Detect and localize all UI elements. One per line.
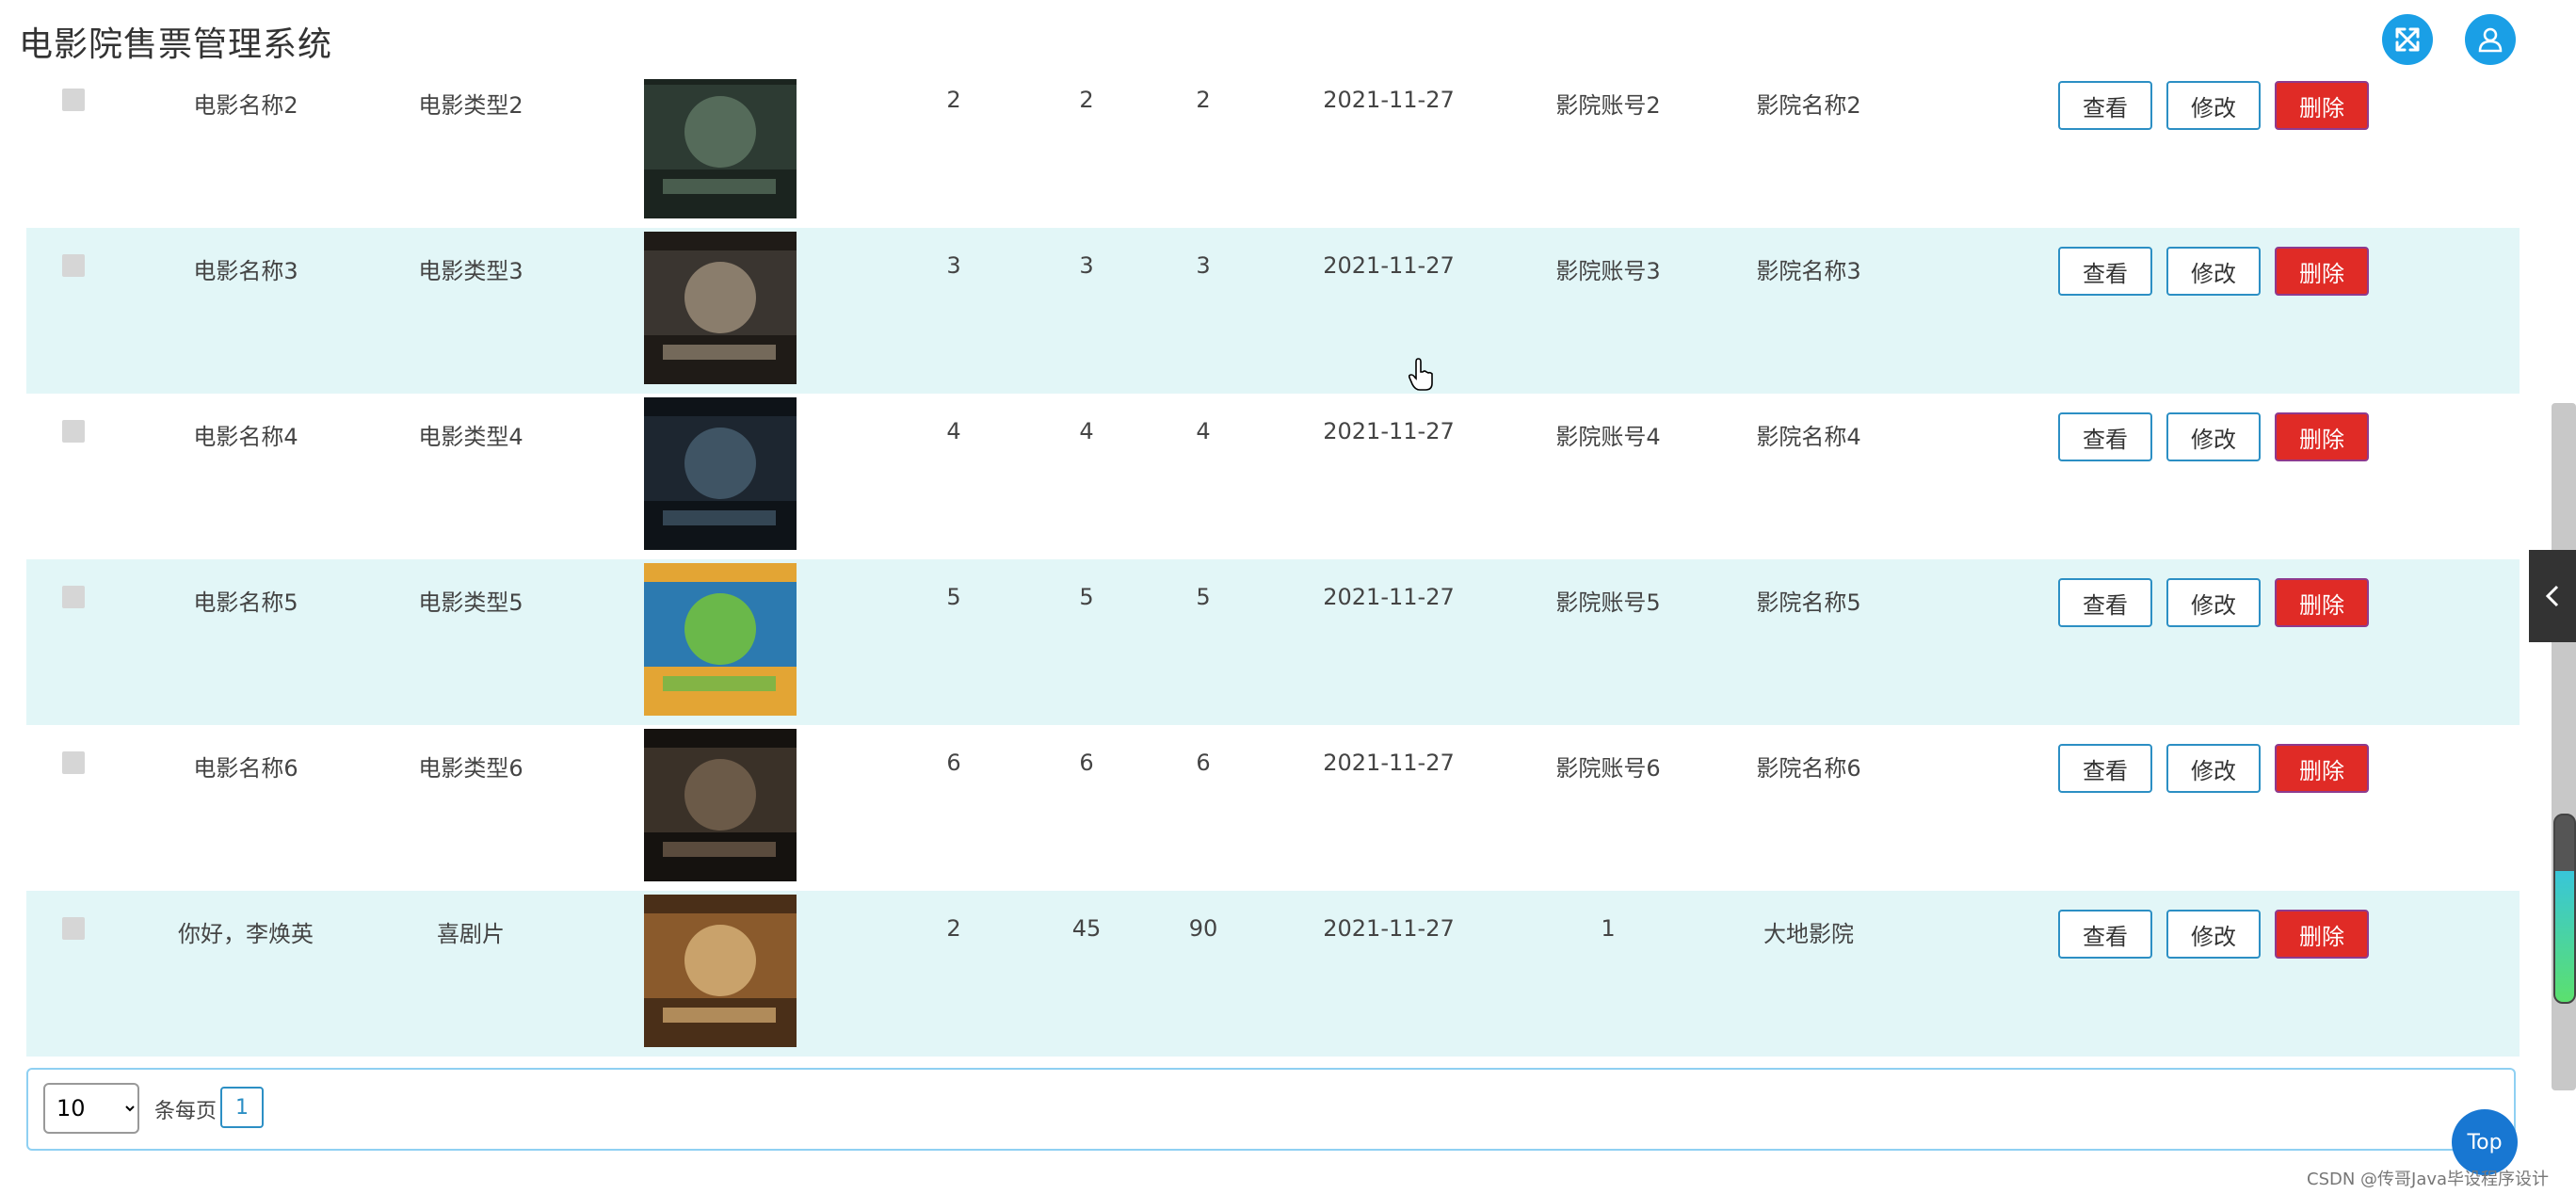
cell-date: 2021-11-27	[1323, 584, 1455, 610]
view-button[interactable]: 查看	[2058, 81, 2152, 130]
cell-account: 影院账号6	[1555, 755, 1661, 782]
cell-date: 2021-11-27	[1323, 252, 1455, 279]
row-checkbox[interactable]	[62, 751, 85, 774]
side-panel-toggle[interactable]	[2529, 550, 2576, 642]
view-button[interactable]: 查看	[2058, 247, 2152, 296]
fullscreen-icon[interactable]	[2382, 14, 2433, 65]
view-button[interactable]: 查看	[2058, 744, 2152, 793]
row-checkbox[interactable]	[62, 254, 85, 277]
table-row: 电影名称5 电影类型5 5 5 5 2021-11-27 影院账号5 影院名称5 查看 修改 删除	[26, 559, 2520, 725]
table-row: 你好，李焕英 喜剧片 2 45 90 2021-11-27 1 大地影院 查看 修改 删除	[26, 891, 2520, 1057]
cell-name: 你好，李焕英	[178, 921, 314, 947]
top-bar: 电影院售票管理系统	[0, 0, 2576, 79]
movie-poster	[644, 563, 797, 716]
edit-button[interactable]: 修改	[2166, 744, 2261, 793]
table-row: 电影名称6 电影类型6 6 6 6 2021-11-27 影院账号6 影院名称6 查看 修改 删除	[26, 725, 2520, 891]
delete-button[interactable]: 删除	[2275, 247, 2369, 296]
cell-cinema: 影院名称2	[1756, 92, 1861, 119]
row-checkbox[interactable]	[62, 420, 85, 443]
chevron-left-icon	[2545, 585, 2559, 607]
page-size-select[interactable]: 10	[43, 1083, 139, 1134]
cell-type: 电影类型6	[418, 755, 523, 782]
delete-button[interactable]: 删除	[2275, 910, 2369, 959]
movie-poster	[644, 895, 797, 1047]
cell-cinema: 影院名称4	[1756, 424, 1861, 450]
row-checkbox[interactable]	[62, 917, 85, 940]
cell-cinema: 影院名称3	[1756, 258, 1861, 284]
app-title: 电影院售票管理系统	[19, 25, 333, 64]
volume-meter	[2553, 814, 2576, 1004]
cell-name: 电影名称3	[193, 258, 298, 284]
cell-account: 影院账号3	[1555, 258, 1661, 284]
edit-button[interactable]: 修改	[2166, 910, 2261, 959]
cell-type: 电影类型3	[418, 258, 523, 284]
cell-date: 2021-11-27	[1323, 915, 1455, 942]
page-button-1[interactable]: 1	[220, 1087, 264, 1128]
cell-cinema: 大地影院	[1763, 921, 1854, 947]
cell-name: 电影名称5	[193, 589, 298, 616]
cell-type: 电影类型4	[418, 424, 523, 450]
cell-name: 电影名称6	[193, 755, 298, 782]
table-row: 电影名称3 电影类型3 3 3 3 2021-11-27 影院账号3 影院名称3 查看 修改 删除	[26, 228, 2520, 394]
edit-button[interactable]: 修改	[2166, 81, 2261, 130]
movie-poster	[644, 729, 797, 881]
row-checkbox[interactable]	[62, 586, 85, 608]
user-icon[interactable]	[2465, 14, 2516, 65]
movie-table: 电影名称2 电影类型2 2 2 2 2021-11-27 影院账号2 影院名称2 查看 修改 删除电…	[26, 62, 2520, 1057]
cell-account: 1	[1601, 915, 1616, 942]
cell-account: 影院账号4	[1555, 424, 1661, 450]
cell-cinema: 影院名称6	[1756, 755, 1861, 782]
delete-button[interactable]: 删除	[2275, 744, 2369, 793]
table-row: 电影名称2 电影类型2 2 2 2 2021-11-27 影院账号2 影院名称2 查看 修改 删除	[26, 62, 2520, 228]
view-button[interactable]: 查看	[2058, 910, 2152, 959]
cell-type: 电影类型5	[418, 589, 523, 616]
cell-date: 2021-11-27	[1323, 750, 1455, 776]
volume-meter-fill	[2555, 871, 2574, 1002]
delete-button[interactable]: 删除	[2275, 81, 2369, 130]
movie-poster	[644, 397, 797, 550]
delete-button[interactable]: 删除	[2275, 412, 2369, 461]
cell-type: 喜剧片	[437, 921, 505, 947]
row-checkbox[interactable]	[62, 89, 85, 111]
cell-name: 电影名称2	[193, 92, 298, 119]
per-page-label: 条每页	[154, 1100, 217, 1123]
view-button[interactable]: 查看	[2058, 578, 2152, 627]
watermark: CSDN @传哥Java毕设程序设计	[2307, 1170, 2550, 1189]
cell-date: 2021-11-27	[1323, 87, 1455, 113]
cell-date: 2021-11-27	[1323, 418, 1455, 444]
delete-button[interactable]: 删除	[2275, 578, 2369, 627]
movie-poster	[644, 66, 797, 218]
edit-button[interactable]: 修改	[2166, 412, 2261, 461]
cell-account: 影院账号5	[1555, 589, 1661, 616]
cell-type: 电影类型2	[418, 92, 523, 119]
cell-cinema: 影院名称5	[1756, 589, 1861, 616]
cell-name: 电影名称4	[193, 424, 298, 450]
view-button[interactable]: 查看	[2058, 412, 2152, 461]
edit-button[interactable]: 修改	[2166, 578, 2261, 627]
movie-poster	[644, 232, 797, 384]
pagination-bar: 10 条每页 1	[26, 1068, 2516, 1151]
table-row: 电影名称4 电影类型4 4 4 4 2021-11-27 影院账号4 影院名称4 查看 修改 删除	[26, 394, 2520, 559]
edit-button[interactable]: 修改	[2166, 247, 2261, 296]
cell-account: 影院账号2	[1555, 92, 1661, 119]
hand-cursor-icon	[1408, 358, 1433, 391]
